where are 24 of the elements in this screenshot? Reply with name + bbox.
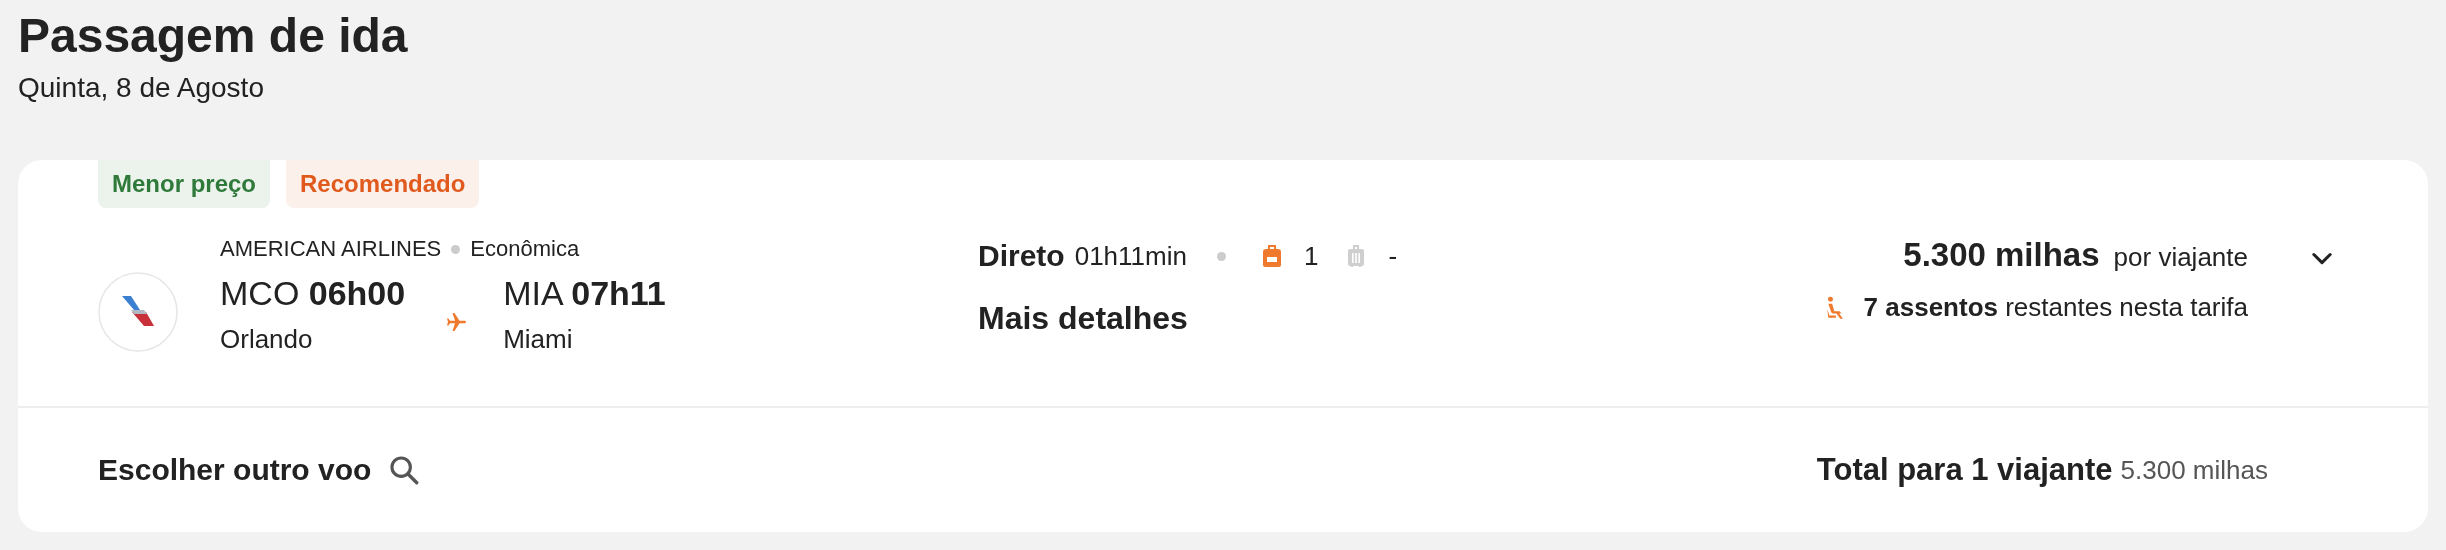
page-title: Passagem de ida: [18, 8, 409, 64]
airline-logo-icon: [98, 272, 178, 352]
cabin-class: Econômica: [470, 236, 580, 262]
arrival-time: MIA 07h11: [503, 273, 666, 314]
price: 5.300 milhas: [1903, 236, 2100, 274]
stops-label: Direto: [978, 239, 1065, 273]
details-link[interactable]: Mais detalhes: [978, 300, 1738, 337]
separator-dot: [1216, 251, 1226, 261]
seats-remaining: 7 assentos restantes nesta tarifa: [1863, 292, 2248, 323]
departure-city: Orlando: [220, 324, 314, 355]
airline-name: AMERICAN AIRLINES: [220, 236, 442, 262]
tag: Menor preço: [98, 160, 271, 208]
arrival-city: Miami: [503, 324, 574, 355]
departure-time: MCO 06h00: [220, 273, 406, 314]
separator-dot: [451, 244, 461, 254]
total-value: 5.300 milhas: [2120, 454, 2268, 486]
choose-other-flight-link[interactable]: Escolher outro voo: [98, 453, 372, 487]
tag: Recomendado: [286, 160, 480, 208]
flight-duration: 01h11min: [1074, 240, 1187, 272]
baggage-count: 1: [1303, 240, 1319, 272]
flight-date: Quinta, 8 de Agosto: [18, 72, 265, 104]
baggage-count: -: [1388, 240, 1398, 272]
total-label: Total para 1 viajante: [1816, 452, 2113, 488]
price-note: por viajante: [2113, 242, 2248, 273]
